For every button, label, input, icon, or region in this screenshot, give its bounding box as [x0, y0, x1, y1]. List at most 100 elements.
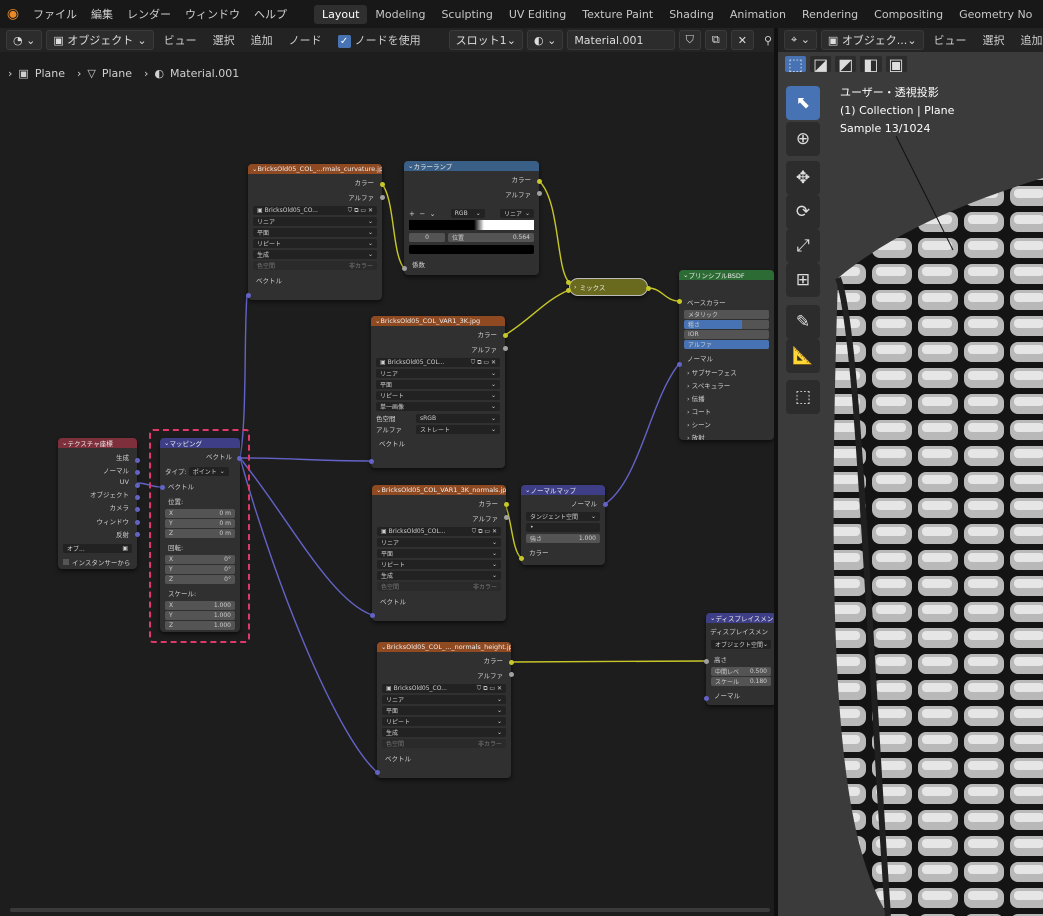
image-texture-node-normals[interactable]: ⌄ BricksOld05_COL_VAR1_3K_normals.jpg カラ… — [372, 485, 506, 621]
node-socket[interactable] — [370, 613, 375, 618]
node-socket[interactable] — [135, 520, 140, 525]
colorspace-dropdown[interactable]: 色空間 非カラー — [253, 261, 377, 270]
source-dropdown[interactable]: 単一画像 ⌄ — [376, 402, 500, 411]
node-socket[interactable] — [380, 182, 385, 187]
interpolation-dropdown[interactable]: リニア ⌄ — [376, 369, 500, 378]
image-selector[interactable]: ▣ BricksOld05_CO... ⛉ ⧉ ▭ ✕ — [382, 684, 506, 693]
colorspace-dropdown[interactable]: 色空間 非カラー — [377, 582, 501, 591]
space-dropdown[interactable]: オブジェクト空間 ⌄ — [711, 640, 771, 649]
fake-user-shield-icon[interactable]: ⛉ — [678, 30, 701, 50]
workspace-tab[interactable]: Modeling — [367, 5, 433, 24]
viewport-menu-view[interactable]: ビュー — [928, 32, 973, 48]
node-header[interactable]: ⌄ ノーマルマップ — [521, 485, 605, 495]
node-socket[interactable] — [704, 696, 709, 701]
node-socket[interactable] — [380, 195, 385, 200]
editor-type-button[interactable]: ◔ ⌄ — [6, 30, 43, 50]
strength-field[interactable]: 強さ 1.000 — [526, 534, 600, 543]
select-intersect-icon[interactable]: ▣ — [884, 55, 908, 74]
ramp-stop-color[interactable] — [409, 245, 534, 254]
node-socket[interactable] — [503, 333, 508, 338]
node-socket[interactable] — [603, 502, 608, 507]
duplicate-material-icon[interactable]: ⧉ — [704, 30, 727, 50]
node-socket[interactable] — [677, 299, 682, 304]
texture-coordinate-node[interactable]: ⌄ テクスチャ座標 生成 ノーマル UV オブジェクト カメラ ウィンドウ 反射 オブ...… — [58, 438, 137, 569]
menu-item[interactable]: ヘルプ — [247, 6, 294, 22]
image-texture-node-height[interactable]: ⌄ BricksOld05_COL_..._normals_height.jpg… — [377, 642, 511, 778]
node-header[interactable]: ⌄ BricksOld05_COL_..._normals_height.jpg — [377, 642, 511, 652]
workspace-tab[interactable]: Rendering — [794, 5, 866, 24]
menu-item[interactable]: 編集 — [84, 6, 120, 22]
menu-item[interactable]: ファイル — [26, 6, 84, 22]
scale-tool-icon[interactable]: ⤢ — [786, 229, 820, 263]
menu-add[interactable]: 追加 — [245, 32, 279, 48]
extension-dropdown[interactable]: リピート ⌄ — [253, 239, 377, 248]
space-dropdown[interactable]: タンジェント空間 ⌄ — [526, 512, 600, 521]
node-socket[interactable] — [237, 456, 242, 461]
node-socket[interactable] — [566, 280, 571, 285]
roughness-field[interactable]: 粗さ — [684, 320, 769, 329]
node-socket[interactable] — [369, 459, 374, 464]
node-socket[interactable] — [135, 470, 140, 475]
select-subtract-icon[interactable]: ◩ — [834, 55, 858, 74]
select-box-icon[interactable]: ⬚ — [784, 55, 808, 74]
ramp-mode-dropdown[interactable]: RGB ⌄ — [450, 209, 485, 218]
node-socket[interactable] — [135, 532, 140, 537]
extension-dropdown[interactable]: リピート ⌄ — [376, 391, 500, 400]
use-nodes-checkbox[interactable]: ✓ ノードを使用 — [332, 32, 427, 48]
node-socket[interactable] — [135, 507, 140, 512]
interpolation-dropdown[interactable]: リニア ⌄ — [382, 695, 506, 704]
slot-dropdown[interactable]: スロット1 ⌄ — [448, 30, 523, 50]
rotate-tool-icon[interactable]: ⟳ — [786, 195, 820, 229]
metallic-field[interactable]: メタリック — [684, 310, 769, 319]
select-invert-icon[interactable]: ◧ — [859, 55, 883, 74]
colorspace-dropdown[interactable]: sRGB ⌄ — [416, 413, 500, 423]
projection-dropdown[interactable]: 平面 ⌄ — [376, 380, 500, 389]
image-selector[interactable]: ▣ BricksOld05_CO... ⛉ ⧉ ▭ ✕ — [253, 206, 377, 215]
projection-dropdown[interactable]: 平面 ⌄ — [377, 549, 501, 558]
transform-tool-icon[interactable]: ⊞ — [786, 263, 820, 297]
node-socket[interactable] — [504, 515, 509, 520]
node-socket[interactable] — [566, 288, 571, 293]
projection-dropdown[interactable]: 平面 ⌄ — [382, 706, 506, 715]
add-cube-tool-icon[interactable]: ⬚ — [786, 380, 820, 414]
bsdf-panel-toggle[interactable]: › コート — [679, 404, 774, 417]
bsdf-panel-toggle[interactable]: › 放射 — [679, 430, 774, 441]
node-socket[interactable] — [375, 770, 380, 775]
node-socket[interactable] — [135, 495, 140, 500]
workspace-tab[interactable]: Geometry No — [951, 5, 1040, 24]
node-socket[interactable] — [537, 191, 542, 196]
image-texture-node-color[interactable]: ⌄ BricksOld05_COL_VAR1_3K.jpg カラー アルファ ▣… — [371, 316, 505, 468]
ior-field[interactable]: IOR — [684, 330, 769, 339]
projection-dropdown[interactable]: 平面 ⌄ — [253, 228, 377, 237]
menu-select[interactable]: 選択 — [207, 32, 241, 48]
mix-node[interactable]: › ミックス — [569, 278, 648, 296]
ramp-interp-dropdown[interactable]: リニア ⌄ — [500, 209, 534, 218]
workspace-tab[interactable]: Texture Paint — [574, 5, 661, 24]
workspace-tab[interactable]: Layout — [314, 4, 368, 24]
node-header[interactable]: › ミックス — [570, 279, 647, 295]
select-extend-icon[interactable]: ◪ — [809, 55, 833, 74]
instancer-checkbox[interactable]: インスタンサーから — [58, 554, 137, 569]
annotate-tool-icon[interactable]: ✎ — [786, 305, 820, 339]
viewport-editor-type-button[interactable]: ⌖ ⌄ — [784, 30, 817, 50]
node-socket[interactable] — [509, 672, 514, 677]
normal-map-node[interactable]: ⌄ ノーマルマップ ノーマル タンジェント空間 ⌄ • 強さ 1.000 カラー — [521, 485, 605, 565]
unlink-material-icon[interactable]: ✕ — [730, 30, 754, 50]
horizontal-scrollbar[interactable] — [10, 908, 770, 912]
source-dropdown[interactable]: 生成 ⌄ — [382, 728, 506, 737]
node-socket[interactable] — [646, 286, 651, 291]
extension-dropdown[interactable]: リピート ⌄ — [382, 717, 506, 726]
bsdf-panel-toggle[interactable]: › 伝播 — [679, 391, 774, 404]
node-header[interactable]: ⌄ BricksOld05_COL_...rmals_curvature.jpg — [248, 164, 382, 174]
color-ramp-node[interactable]: ⌄ カラーランプ カラー アルファ + − ⌄ RGB ⌄ リニア ⌄ 0 位置 0.… — [404, 161, 539, 275]
alpha-field[interactable]: アルファ — [684, 340, 769, 349]
node-header[interactable]: ⌄ プリンシプルBSDF — [679, 270, 774, 280]
ramp-index-field[interactable]: 0 — [409, 233, 445, 242]
viewport-mode-dropdown[interactable]: ▣ オブジェク... ⌄ — [820, 30, 924, 50]
workspace-tab[interactable]: UV Editing — [501, 5, 574, 24]
3d-viewport[interactable]: ⌖ ⌄ ▣ オブジェク... ⌄ ビュー 選択 追加 ⬚ ◪ ◩ ◧ ▣ ユーザー… — [778, 28, 1043, 916]
viewport-menu-add[interactable]: 追加 — [1015, 32, 1043, 48]
extension-dropdown[interactable]: リピート ⌄ — [377, 560, 501, 569]
node-header[interactable]: ⌄ テクスチャ座標 — [58, 438, 137, 448]
bsdf-panel-toggle[interactable]: › サブサーフェス — [679, 365, 774, 378]
